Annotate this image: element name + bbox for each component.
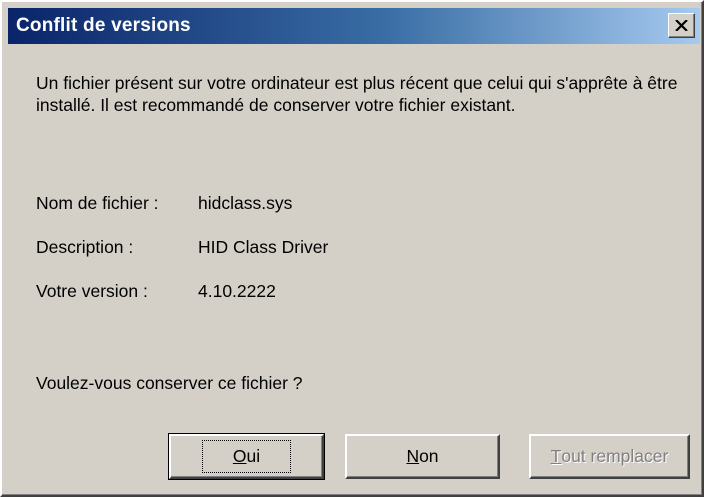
replace-all-button[interactable]: Tout remplacer bbox=[529, 434, 690, 479]
conflict-message: Un fichier présent sur votre ordinateur … bbox=[36, 73, 678, 115]
keep-file-question: Voulez-vous conserver ce fichier ? bbox=[36, 373, 303, 393]
no-button[interactable]: Non bbox=[345, 434, 500, 479]
yes-label-rest: ui bbox=[246, 446, 261, 466]
version-value: 4.10.2222 bbox=[198, 281, 276, 301]
filename-value: hidclass.sys bbox=[198, 193, 293, 213]
no-mnemonic: N bbox=[406, 446, 420, 466]
close-x-icon bbox=[675, 20, 688, 31]
yes-button[interactable]: Oui bbox=[168, 433, 325, 480]
focus-rectangle: Oui bbox=[201, 440, 292, 473]
yes-mnemonic: O bbox=[232, 446, 247, 466]
filename-label: Nom de fichier : bbox=[36, 193, 159, 213]
version-conflict-dialog: Conflit de versions Un fichier présent s… bbox=[0, 0, 704, 497]
replace-all-mnemonic: T bbox=[550, 446, 562, 466]
description-label: Description : bbox=[36, 237, 134, 257]
no-label-rest: on bbox=[419, 446, 439, 466]
version-label: Votre version : bbox=[36, 281, 148, 301]
dialog-title: Conflit de versions bbox=[16, 15, 191, 36]
title-bar[interactable]: Conflit de versions bbox=[8, 8, 700, 44]
replace-all-label-rest: out remplacer bbox=[561, 446, 669, 466]
close-button[interactable] bbox=[668, 13, 695, 38]
description-value: HID Class Driver bbox=[198, 237, 329, 257]
